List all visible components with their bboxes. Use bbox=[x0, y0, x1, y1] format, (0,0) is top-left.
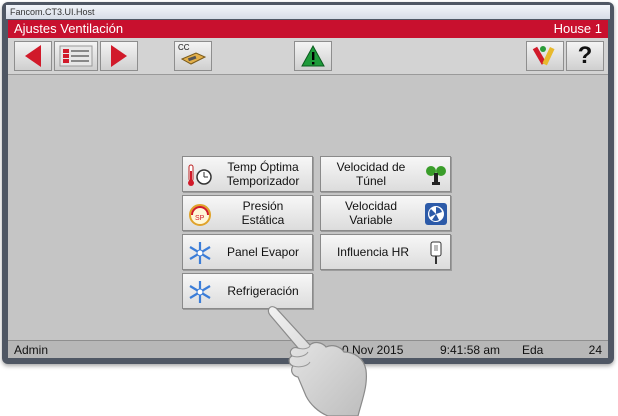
temp-optima-line2: Temporizador bbox=[226, 174, 300, 188]
thermometer-clock-icon bbox=[188, 164, 212, 186]
tunnel-fan-icon bbox=[426, 166, 446, 185]
window-title: Fancom.CT3.UI.Host bbox=[6, 5, 610, 19]
tools-icon bbox=[532, 46, 555, 66]
presion-estatica-line2: Estática bbox=[241, 213, 285, 227]
temp-optima-button[interactable]: Temp Óptima Temporizador bbox=[182, 156, 313, 192]
status-eda-value: 24 bbox=[588, 343, 602, 357]
toolbar: CC ? bbox=[8, 38, 608, 75]
presion-estatica-button[interactable]: SP Presión Estática bbox=[182, 195, 313, 231]
warning-triangle-icon bbox=[301, 44, 325, 67]
snowflake-icon bbox=[189, 281, 211, 303]
menu-list-button[interactable] bbox=[54, 41, 98, 71]
help-question-icon: ? bbox=[577, 42, 593, 69]
previous-button[interactable] bbox=[14, 41, 52, 71]
velocidad-tunel-line1: Velocidad de bbox=[336, 160, 406, 174]
humidity-sensor-icon bbox=[430, 241, 442, 264]
header-bar: Ajustes Ventilación House 1 bbox=[8, 20, 608, 38]
velocidad-tunel-button[interactable]: Velocidad de Túnel bbox=[320, 156, 451, 192]
tools-button[interactable] bbox=[526, 41, 564, 71]
influencia-hr-label: Influencia HR bbox=[336, 245, 410, 259]
cc-label: CC bbox=[178, 43, 190, 52]
list-menu-icon bbox=[59, 45, 93, 67]
variable-speed-fan-icon bbox=[425, 203, 447, 225]
svg-text:SP: SP bbox=[195, 215, 205, 222]
refrigeracion-label: Refrigeración bbox=[227, 284, 299, 298]
influencia-hr-button[interactable]: Influencia HR bbox=[320, 234, 451, 270]
arrow-left-icon bbox=[25, 45, 41, 67]
snowflake-icon bbox=[189, 242, 211, 264]
temp-optima-line1: Temp Óptima bbox=[227, 160, 299, 174]
velocidad-tunel-line2: Túnel bbox=[355, 174, 386, 188]
next-button[interactable] bbox=[100, 41, 138, 71]
velocidad-variable-line1: Velocidad bbox=[344, 199, 398, 213]
velocidad-variable-button[interactable]: Velocidad Variable bbox=[320, 195, 451, 231]
alarm-button[interactable] bbox=[294, 41, 332, 71]
pointing-hand-icon bbox=[267, 306, 367, 416]
page-title: Ajustes Ventilación bbox=[14, 21, 124, 36]
help-button[interactable]: ? bbox=[566, 41, 604, 71]
status-user: Admin bbox=[14, 343, 49, 357]
arrow-right-icon bbox=[111, 45, 127, 67]
panel-evapor-button[interactable]: Panel Evapor bbox=[182, 234, 313, 270]
velocidad-variable-line2: Variable bbox=[349, 213, 393, 227]
static-pressure-gauge-icon: SP bbox=[189, 204, 211, 226]
panel-evapor-label: Panel Evapor bbox=[226, 245, 300, 259]
presion-estatica-line1: Presión bbox=[242, 199, 284, 213]
status-time: 9:41:58 am bbox=[440, 343, 501, 357]
house-label[interactable]: House 1 bbox=[554, 20, 602, 38]
status-eda-label: Eda bbox=[522, 343, 544, 357]
cc-button[interactable]: CC bbox=[174, 41, 212, 71]
